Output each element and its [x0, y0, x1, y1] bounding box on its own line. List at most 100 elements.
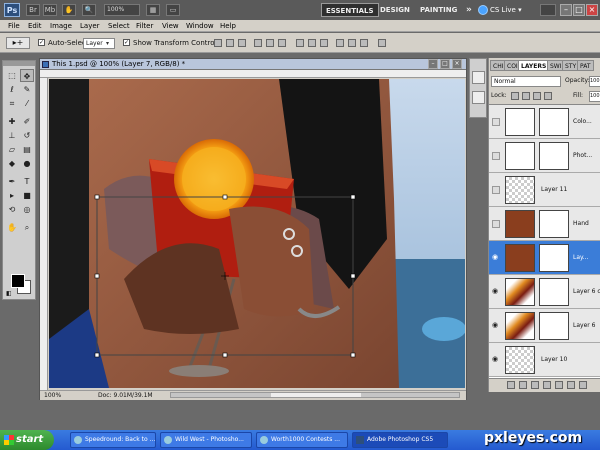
zoom-tool-icon[interactable]: ⌕	[20, 221, 34, 234]
eyedropper-tool-icon[interactable]: ⁄	[20, 97, 34, 110]
layer-mask-thumbnail[interactable]	[539, 312, 569, 340]
lock-all-icon[interactable]	[544, 92, 552, 100]
screen-mode-icon[interactable]: ▭	[166, 4, 180, 16]
layer-row-selected[interactable]: ◉ Lay...	[489, 241, 600, 275]
crop-tool-icon[interactable]: ⌗	[5, 97, 19, 110]
doc-minimize-icon[interactable]: –	[428, 59, 438, 69]
distribute-right-icon[interactable]	[360, 39, 368, 47]
status-doc-size[interactable]: Doc: 9.01M/39.1M	[98, 391, 153, 401]
taskbar-item[interactable]: Speedround: Back to ...	[70, 432, 156, 448]
distribute-bottom-icon[interactable]	[320, 39, 328, 47]
workspace-essentials-button[interactable]: ESSENTIALS	[321, 3, 379, 17]
clone-stamp-tool-icon[interactable]: ⊥	[5, 129, 19, 142]
horizontal-ruler[interactable]	[40, 70, 466, 78]
eye-icon[interactable]: ◉	[492, 288, 500, 295]
layer-row[interactable]: Hand	[489, 207, 600, 241]
history-panel-icon[interactable]	[472, 71, 485, 84]
eye-icon[interactable]: ◉	[492, 254, 500, 261]
3d-orbit-tool-icon[interactable]: ◎	[20, 203, 34, 216]
eye-icon[interactable]: ◉	[492, 322, 500, 329]
add-mask-icon[interactable]	[531, 381, 539, 389]
cs-live-button[interactable]: CS Live ▾	[490, 3, 522, 17]
tab-layers[interactable]: LAYERS	[518, 60, 550, 71]
history-brush-tool-icon[interactable]: ↺	[20, 129, 34, 142]
taskbar-item[interactable]: Worth1000 Contests ...	[256, 432, 348, 448]
layer-row[interactable]: ◉ Layer 10	[489, 343, 600, 377]
hand-tool-icon[interactable]: ✋	[5, 221, 19, 234]
layer-row[interactable]: Colo...	[489, 105, 600, 139]
default-colors-icon[interactable]: ◧	[6, 290, 12, 297]
layer-style-icon[interactable]	[519, 381, 527, 389]
layer-visibility-toggle[interactable]	[492, 220, 500, 228]
menu-view[interactable]: View	[162, 21, 179, 31]
minimize-icon[interactable]: –	[560, 4, 572, 16]
menu-help[interactable]: Help	[220, 21, 236, 31]
adjustment-layer-add-icon[interactable]	[543, 381, 551, 389]
layer-visibility-toggle[interactable]	[492, 118, 500, 126]
lock-image-icon[interactable]	[522, 92, 530, 100]
tools-panel-grip[interactable]	[3, 61, 35, 66]
opacity-input[interactable]: 100	[589, 76, 600, 87]
new-group-icon[interactable]	[555, 381, 563, 389]
doc-close-icon[interactable]: ×	[452, 59, 462, 69]
align-bottom-icon[interactable]	[238, 39, 246, 47]
menu-image[interactable]: Image	[50, 21, 72, 31]
scrollbar-thumb[interactable]	[271, 393, 361, 397]
zoom-level-select[interactable]: 100%	[104, 4, 140, 16]
type-tool-icon[interactable]: T	[20, 175, 34, 188]
eye-icon[interactable]: ◉	[492, 356, 500, 363]
maximize-icon[interactable]: □	[573, 4, 585, 16]
distribute-vcenter-icon[interactable]	[308, 39, 316, 47]
lock-position-icon[interactable]	[533, 92, 541, 100]
layer-mask-thumbnail[interactable]	[539, 108, 569, 136]
new-layer-icon[interactable]	[567, 381, 575, 389]
menu-edit[interactable]: Edit	[28, 21, 42, 31]
layer-visibility-toggle[interactable]	[492, 152, 500, 160]
quick-select-tool-icon[interactable]: ✎	[20, 83, 34, 96]
lasso-tool-icon[interactable]: ℓ	[5, 83, 19, 96]
document-canvas[interactable]	[49, 79, 465, 388]
workspace-painting-button[interactable]: PAINTING	[416, 3, 461, 17]
align-top-icon[interactable]	[214, 39, 222, 47]
eraser-tool-icon[interactable]: ▱	[5, 143, 19, 156]
vertical-ruler[interactable]	[40, 78, 48, 390]
path-selection-tool-icon[interactable]: ▸	[5, 189, 19, 202]
layer-mask-thumbnail[interactable]	[539, 278, 569, 306]
distribute-hcenter-icon[interactable]	[348, 39, 356, 47]
menu-window[interactable]: Window	[186, 21, 214, 31]
menu-select[interactable]: Select	[108, 21, 130, 31]
blur-tool-icon[interactable]: ◆	[5, 157, 19, 170]
brush-tool-icon[interactable]: ✐	[20, 115, 34, 128]
taskbar-item[interactable]: Wild West - Photosho...	[160, 432, 252, 448]
tab-paths[interactable]: PAT	[577, 60, 594, 71]
arrange-documents-icon[interactable]: ▦	[146, 4, 160, 16]
zoom-tool-icon[interactable]: 🔍	[82, 4, 96, 16]
link-layers-icon[interactable]	[507, 381, 515, 389]
move-tool-preset-icon[interactable]: ▸+	[6, 37, 30, 49]
blend-mode-select[interactable]: Normal	[491, 76, 561, 87]
layer-row[interactable]: Phot...	[489, 139, 600, 173]
fill-input[interactable]: 100	[589, 91, 600, 102]
mini-bridge-icon[interactable]: Mb	[43, 4, 57, 16]
trash-icon[interactable]	[579, 381, 587, 389]
horizontal-scrollbar[interactable]	[170, 392, 460, 398]
dodge-tool-icon[interactable]: ●	[20, 157, 34, 170]
hand-tool-icon[interactable]: ✋	[62, 4, 76, 16]
align-hcenter-icon[interactable]	[266, 39, 274, 47]
status-zoom[interactable]: 100%	[44, 391, 61, 401]
workspace-design-button[interactable]: DESIGN	[376, 3, 414, 17]
more-workspaces-button[interactable]: »	[462, 3, 476, 17]
taskbar-item-active[interactable]: Adobe Photoshop CS5	[352, 432, 448, 448]
layer-row[interactable]: Layer 11	[489, 173, 600, 207]
layer-mask-thumbnail[interactable]	[539, 210, 569, 238]
marquee-tool-icon[interactable]: ⬚	[5, 69, 19, 82]
auto-select-checkbox[interactable]: ✓	[38, 39, 45, 46]
move-tool-icon[interactable]: ✥	[20, 69, 34, 82]
search-input[interactable]	[540, 4, 556, 16]
auto-align-icon[interactable]	[378, 39, 386, 47]
layer-mask-thumbnail[interactable]	[539, 142, 569, 170]
close-icon[interactable]: ×	[586, 4, 598, 16]
lock-transparent-icon[interactable]	[511, 92, 519, 100]
layer-visibility-toggle[interactable]	[492, 186, 500, 194]
align-vcenter-icon[interactable]	[226, 39, 234, 47]
